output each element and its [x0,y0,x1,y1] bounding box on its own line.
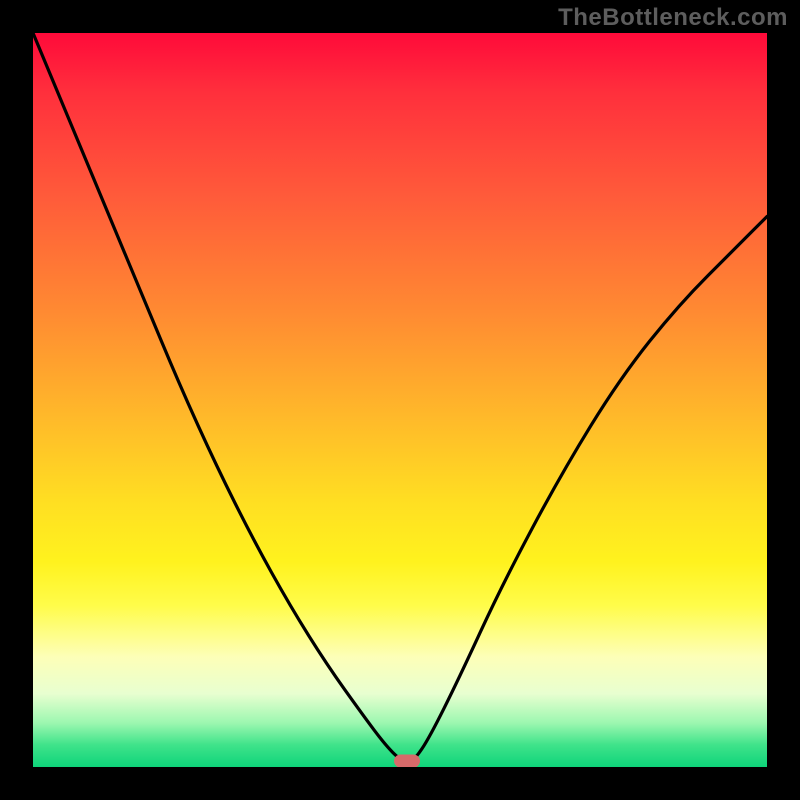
plot-area [33,33,767,767]
optimal-point-marker [394,755,420,767]
chart-frame: TheBottleneck.com [0,0,800,800]
bottleneck-curve [33,33,767,767]
watermark-text: TheBottleneck.com [558,4,788,32]
